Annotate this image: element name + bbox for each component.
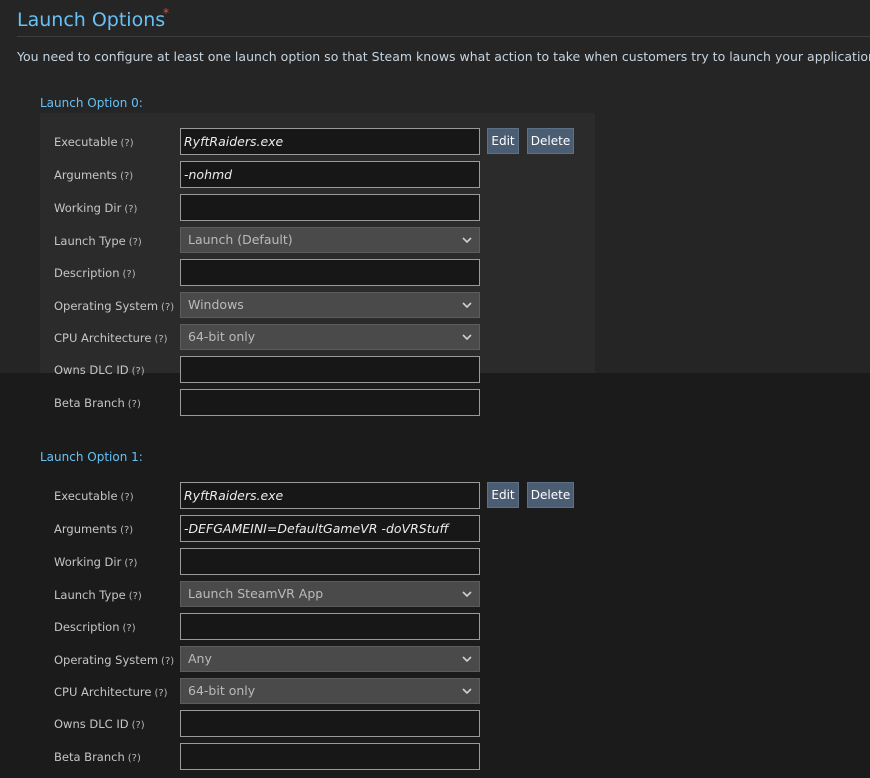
description-label: Description (?) — [54, 620, 136, 634]
help-link[interactable]: (?) — [161, 302, 174, 313]
help-link[interactable]: (?) — [154, 688, 167, 699]
option-0-working-dir-row: Working Dir (?) — [0, 194, 600, 222]
operating-system-label: Operating System (?) — [54, 653, 175, 667]
option-1-cpu-select[interactable]: 64-bit only — [180, 678, 480, 704]
working-dir-label: Working Dir (?) — [54, 555, 138, 569]
option-0-delete-button[interactable]: Delete — [527, 128, 574, 154]
select-value: Windows — [188, 297, 244, 312]
page-title: Launch Options — [17, 9, 166, 31]
option-1-executable-input[interactable] — [180, 482, 480, 509]
option-0-dlc-input[interactable] — [180, 356, 480, 383]
option-1-arguments-row: Arguments (?) — [0, 515, 600, 543]
option-0-launch-type-row: Launch Type (?) Launch (Default) — [0, 227, 600, 255]
option-0-arguments-row: Arguments (?) — [0, 161, 600, 189]
option-1-description-row: Description (?) — [0, 613, 600, 641]
option-1-launch-type-select[interactable]: Launch SteamVR App — [180, 581, 480, 607]
chevron-down-icon — [462, 679, 472, 703]
operating-system-label: Operating System (?) — [54, 299, 175, 313]
title-divider — [17, 36, 870, 37]
help-link[interactable]: (?) — [121, 492, 134, 503]
help-link[interactable]: (?) — [128, 399, 141, 410]
chevron-down-icon — [462, 293, 472, 317]
select-value: Launch SteamVR App — [188, 586, 324, 601]
option-1-description-input[interactable] — [180, 613, 480, 640]
help-link[interactable]: (?) — [123, 269, 136, 280]
option-1-edit-button[interactable]: Edit — [487, 482, 519, 508]
help-link[interactable]: (?) — [154, 334, 167, 345]
option-1-launch-type-row: Launch Type (?) Launch SteamVR App — [0, 581, 600, 609]
cpu-architecture-label: CPU Architecture (?) — [54, 685, 168, 699]
chevron-down-icon — [462, 647, 472, 671]
help-link[interactable]: (?) — [120, 525, 133, 536]
option-0-beta-row: Beta Branch (?) — [0, 389, 600, 417]
help-link[interactable]: (?) — [129, 591, 142, 602]
option-0-executable-row: Executable(?) Edit Delete — [0, 128, 600, 156]
working-dir-label: Working Dir (?) — [54, 201, 138, 215]
option-1-delete-button[interactable]: Delete — [527, 482, 574, 508]
arguments-label: Arguments (?) — [54, 168, 134, 182]
option-0-beta-input[interactable] — [180, 389, 480, 416]
beta-branch-label: Beta Branch (?) — [54, 750, 141, 764]
option-1-dlc-row: Owns DLC ID (?) — [0, 710, 600, 738]
option-0-dlc-row: Owns DLC ID (?) — [0, 356, 600, 384]
option-0-description-input[interactable] — [180, 259, 480, 286]
option-0-os-select[interactable]: Windows — [180, 292, 480, 318]
option-1-working-dir-row: Working Dir (?) — [0, 548, 600, 576]
select-value: 64-bit only — [188, 683, 256, 698]
option-1-os-select[interactable]: Any — [180, 646, 480, 672]
option-0-cpu-row: CPU Architecture (?) 64-bit only — [0, 324, 600, 352]
required-marker: * — [163, 6, 169, 20]
option-1-executable-row: Executable(?) Edit Delete — [0, 482, 600, 510]
option-1-working-dir-input[interactable] — [180, 548, 480, 575]
option-1-beta-input[interactable] — [180, 743, 480, 770]
executable-label: Executable (?) — [54, 135, 134, 149]
owns-dlc-id-label: Owns DLC ID (?) — [54, 363, 145, 377]
beta-branch-label: Beta Branch (?) — [54, 396, 141, 410]
help-link[interactable]: (?) — [124, 558, 137, 569]
owns-dlc-id-label: Owns DLC ID (?) — [54, 717, 145, 731]
executable-label: Executable (?) — [54, 489, 134, 503]
select-value: Any — [188, 651, 212, 666]
option-0-working-dir-input[interactable] — [180, 194, 480, 221]
help-link[interactable]: (?) — [132, 366, 145, 377]
chevron-down-icon — [462, 582, 472, 606]
option-0-arguments-input[interactable] — [180, 161, 480, 188]
help-link[interactable]: (?) — [161, 656, 174, 667]
launch-option-1-heading: Launch Option 1: — [40, 450, 143, 464]
option-0-os-row: Operating System (?) Windows — [0, 292, 600, 320]
option-1-cpu-row: CPU Architecture (?) 64-bit only — [0, 678, 600, 706]
option-0-cpu-select[interactable]: 64-bit only — [180, 324, 480, 350]
option-0-launch-type-select[interactable]: Launch (Default) — [180, 227, 480, 253]
chevron-down-icon — [462, 228, 472, 252]
launch-type-label: Launch Type (?) — [54, 234, 142, 248]
option-0-executable-input[interactable] — [180, 128, 480, 155]
help-link[interactable]: (?) — [132, 720, 145, 731]
help-link[interactable]: (?) — [128, 753, 141, 764]
option-1-beta-row: Beta Branch (?) — [0, 743, 600, 771]
arguments-label: Arguments (?) — [54, 522, 134, 536]
help-link[interactable]: (?) — [120, 171, 133, 182]
launch-type-label: Launch Type (?) — [54, 588, 142, 602]
help-link[interactable]: (?) — [121, 138, 134, 149]
select-value: 64-bit only — [188, 329, 256, 344]
option-1-dlc-input[interactable] — [180, 710, 480, 737]
chevron-down-icon — [462, 325, 472, 349]
select-value: Launch (Default) — [188, 232, 293, 247]
help-link[interactable]: (?) — [124, 204, 137, 215]
option-0-edit-button[interactable]: Edit — [487, 128, 519, 154]
help-link[interactable]: (?) — [123, 623, 136, 634]
option-0-description-row: Description (?) — [0, 259, 600, 287]
option-1-os-row: Operating System (?) Any — [0, 646, 600, 674]
option-1-arguments-input[interactable] — [180, 515, 480, 542]
section-description: You need to configure at least one launc… — [17, 49, 870, 64]
cpu-architecture-label: CPU Architecture (?) — [54, 331, 168, 345]
description-label: Description (?) — [54, 266, 136, 280]
launch-option-0-heading: Launch Option 0: — [40, 96, 143, 110]
help-link[interactable]: (?) — [129, 237, 142, 248]
